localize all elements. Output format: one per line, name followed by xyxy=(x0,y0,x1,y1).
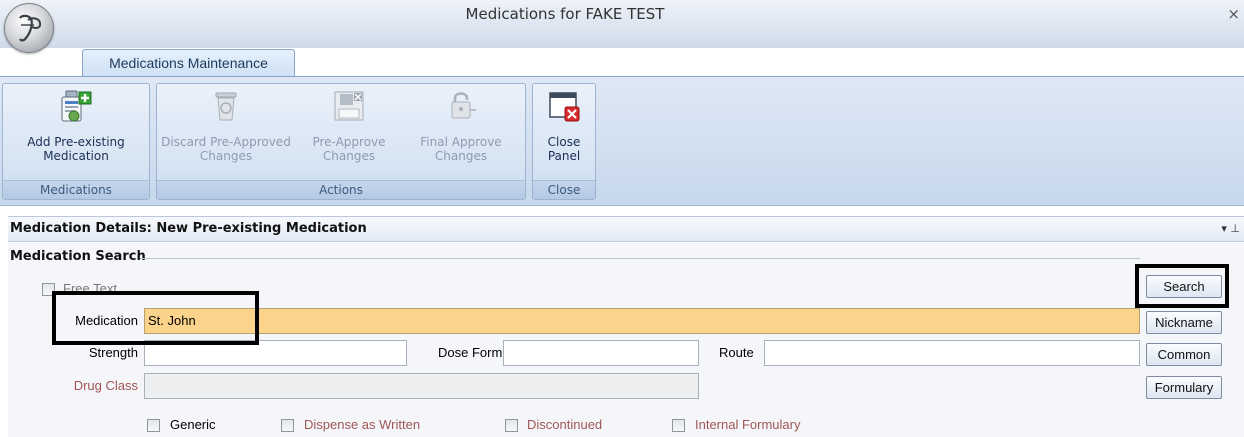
generic-label: Generic xyxy=(170,417,216,432)
ribbon-group-label-medications: Medications xyxy=(3,180,149,199)
add-pre-existing-medication-button[interactable]: Add Pre-existing Medication xyxy=(3,84,149,180)
formulary-button[interactable]: Formulary xyxy=(1146,376,1222,399)
common-button[interactable]: Common xyxy=(1146,343,1222,366)
discontinued-label: Discontinued xyxy=(527,417,603,432)
route-label: Route xyxy=(719,345,754,360)
pre-approve-icon xyxy=(331,88,367,124)
medication-search-section-title: Medication Search xyxy=(10,249,146,264)
close-panel-icon xyxy=(546,88,582,124)
dose-form-label: Dose Form xyxy=(438,345,503,360)
final-approve-changes-button[interactable]: Final Approve Changes xyxy=(401,84,521,180)
title-bar: Medications for FAKE TEST × xyxy=(0,0,1244,48)
panel-pin-icon[interactable]: ▾ ⊥ xyxy=(1221,217,1240,241)
dispense-as-written-label: Dispense as Written xyxy=(304,417,421,432)
discard-icon xyxy=(208,88,244,124)
discard-pre-approved-changes-button[interactable]: Discard Pre-Approved Changes xyxy=(159,84,293,180)
ribbon-group-medications: Add Pre-existing Medication Medications xyxy=(2,83,150,200)
dose-form-input[interactable] xyxy=(503,340,699,366)
internal-formulary-label: Internal Formulary xyxy=(695,417,801,432)
close-window-icon[interactable]: × xyxy=(1227,5,1240,23)
tab-medications-maintenance[interactable]: Medications Maintenance xyxy=(82,49,295,77)
ribbon: Add Pre-existing Medication Medications … xyxy=(0,76,1244,206)
strength-label: Strength xyxy=(88,345,138,360)
generic-checkbox[interactable] xyxy=(147,419,160,432)
medication-input[interactable]: St. John xyxy=(144,308,1140,334)
medication-label: Medication xyxy=(75,313,138,328)
free-text-label: Free Text xyxy=(63,281,117,296)
final-approve-icon xyxy=(443,88,479,124)
add-medication-icon xyxy=(58,88,94,124)
route-input[interactable] xyxy=(764,340,1140,366)
ribbon-group-label-actions: Actions xyxy=(157,180,525,199)
ribbon-group-label-close: Close xyxy=(533,180,595,199)
ribbon-group-close: Close Panel Close xyxy=(532,83,596,200)
window-title: Medications for FAKE TEST xyxy=(465,5,665,23)
panel-title: Medication Details: New Pre-existing Med… xyxy=(10,221,367,236)
app-menu-orb-icon[interactable] xyxy=(4,3,54,53)
add-pre-existing-medication-label: Add Pre-existing Medication xyxy=(27,135,125,163)
internal-formulary-checkbox[interactable] xyxy=(672,419,685,432)
ribbon-group-actions: Discard Pre-Approved Changes Pre-Approve… xyxy=(156,83,526,200)
pre-approve-changes-label: Pre-Approve Changes xyxy=(312,135,386,163)
free-text-checkbox[interactable] xyxy=(42,283,55,296)
section-divider xyxy=(140,258,1140,259)
pre-approve-changes-button[interactable]: Pre-Approve Changes xyxy=(297,84,401,180)
search-button[interactable]: Search xyxy=(1146,275,1222,298)
discontinued-checkbox[interactable] xyxy=(505,419,518,432)
strength-input[interactable] xyxy=(144,340,407,366)
drug-class-input xyxy=(144,373,699,399)
panel-header: Medication Details: New Pre-existing Med… xyxy=(8,216,1244,242)
discard-pre-approved-changes-label: Discard Pre-Approved Changes xyxy=(161,135,291,163)
final-approve-changes-label: Final Approve Changes xyxy=(420,135,502,163)
dispense-as-written-checkbox[interactable] xyxy=(281,419,294,432)
drug-class-label: Drug Class xyxy=(73,378,138,393)
close-panel-label: Close Panel xyxy=(547,135,581,163)
nickname-button[interactable]: Nickname xyxy=(1146,311,1222,334)
close-panel-button[interactable]: Close Panel xyxy=(533,84,595,180)
